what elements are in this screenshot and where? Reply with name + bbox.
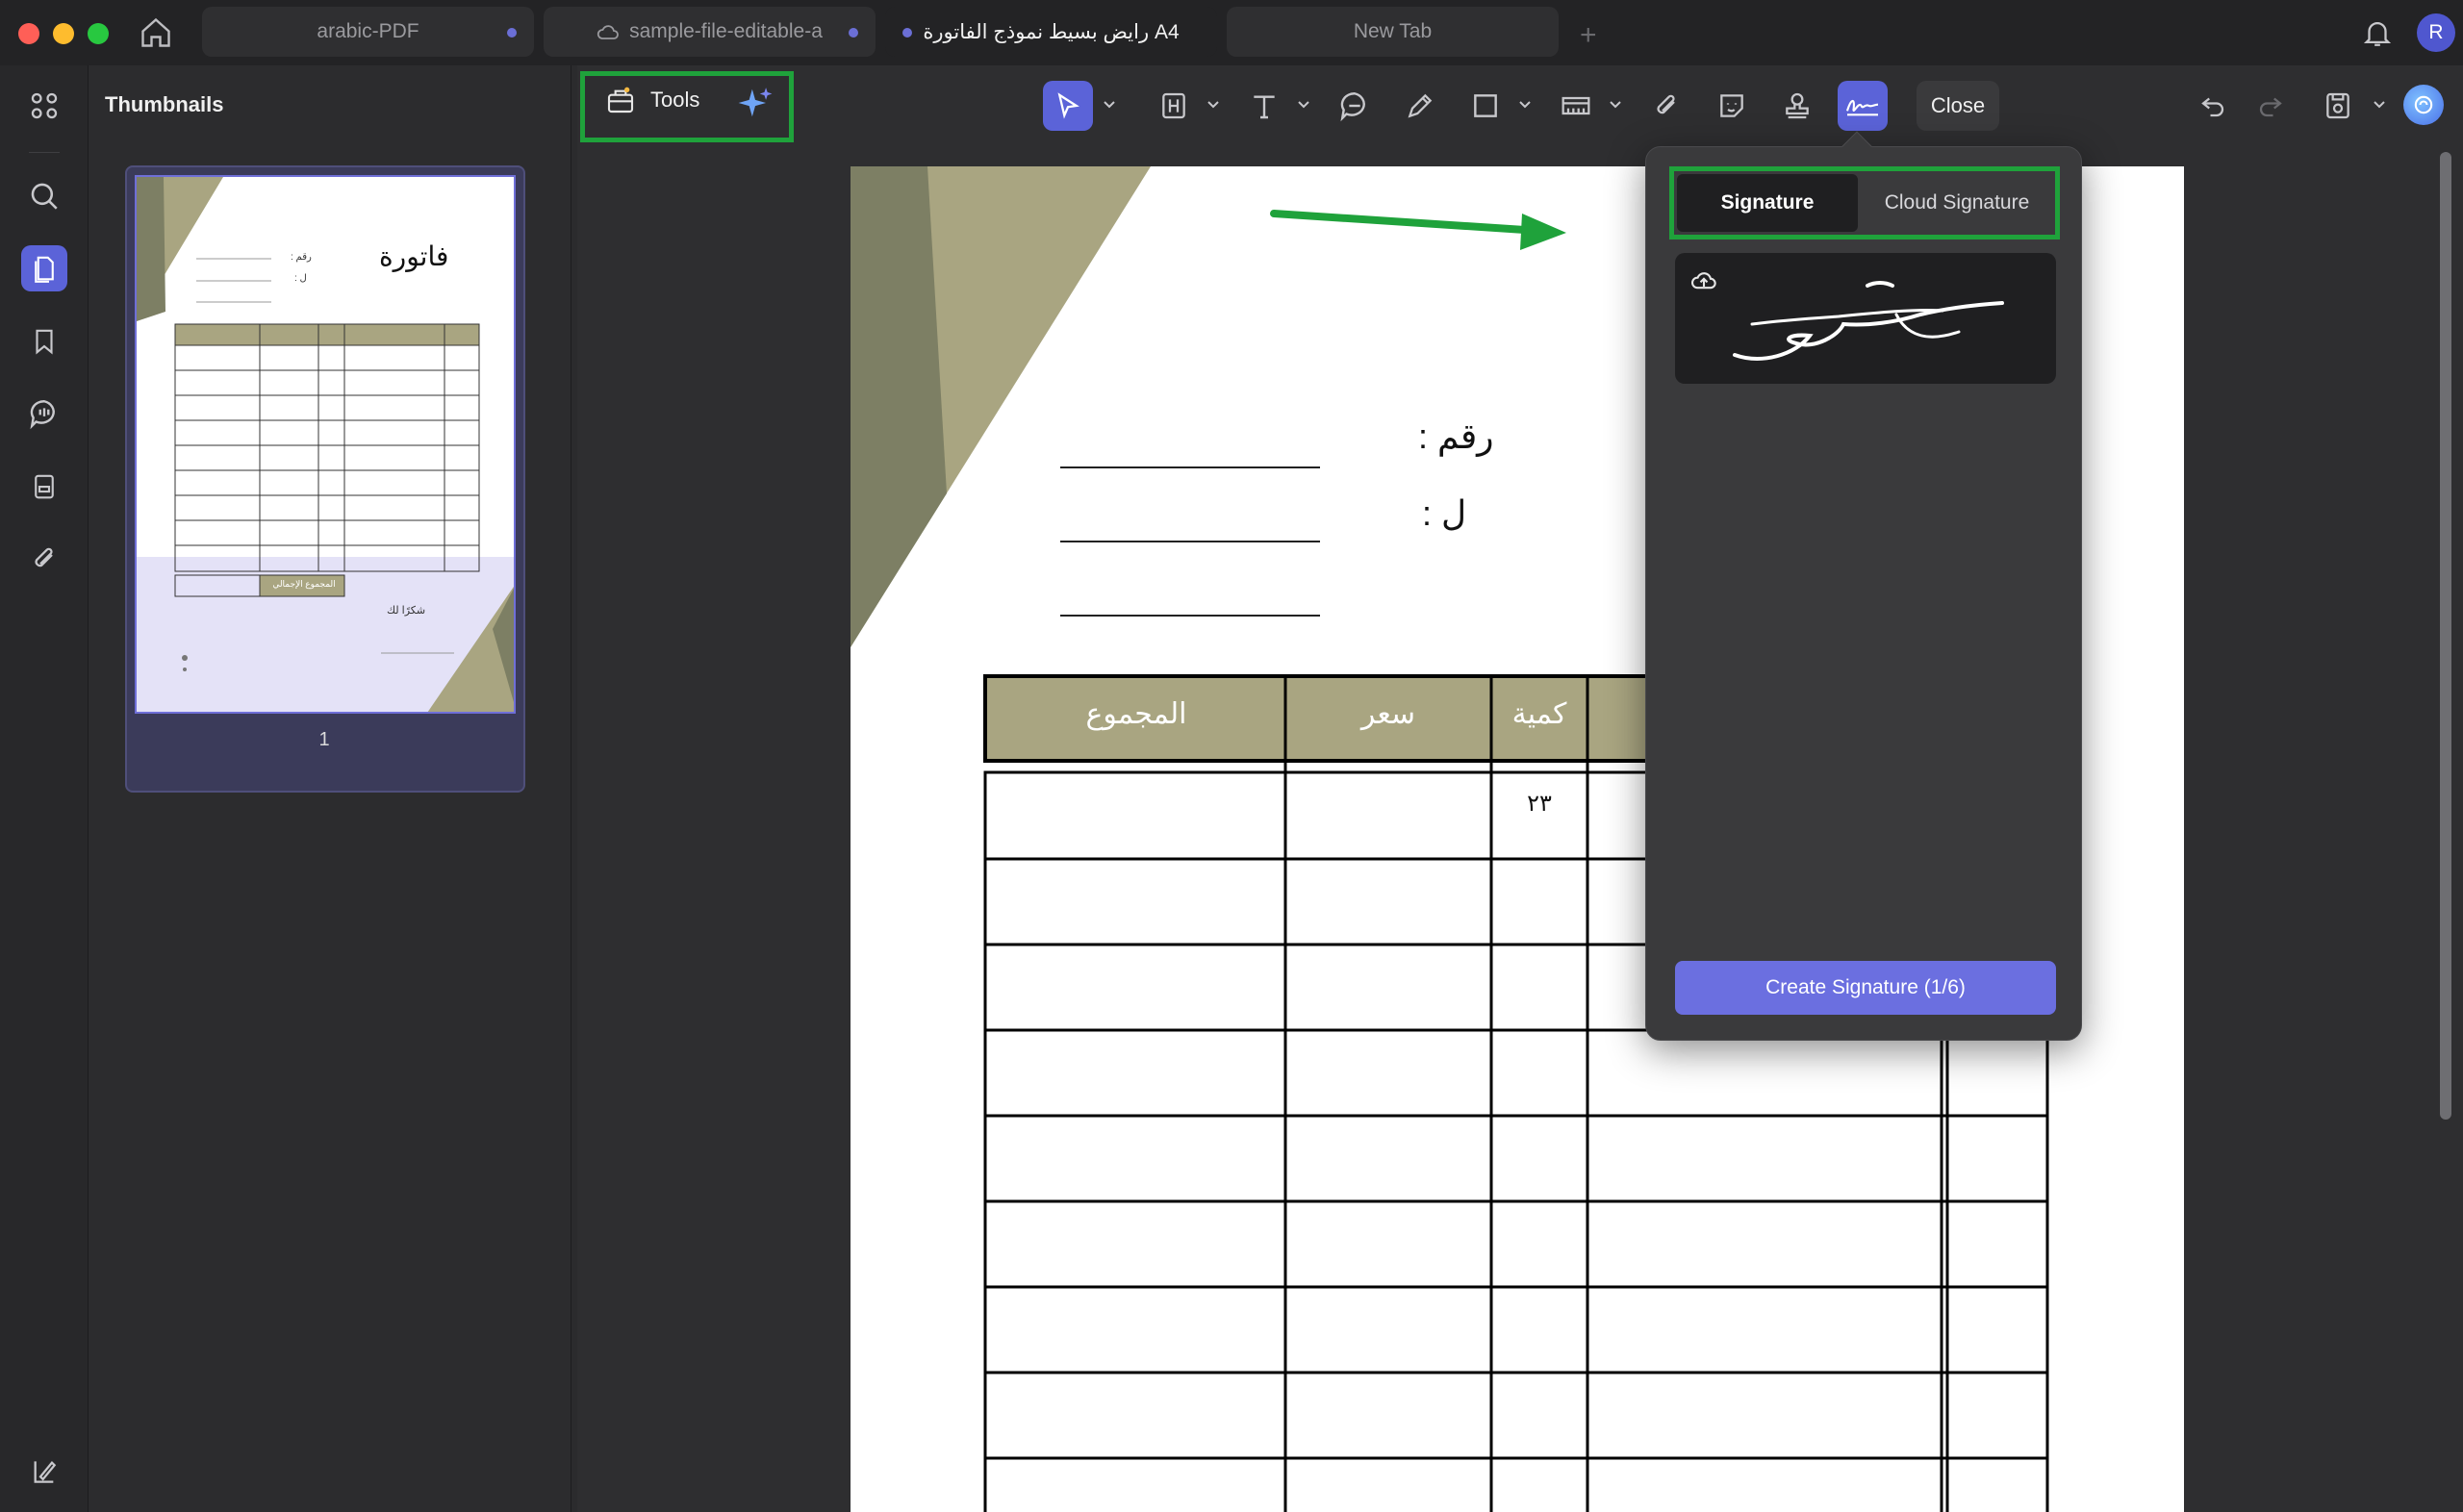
create-signature-button[interactable]: Create Signature (1/6) bbox=[1675, 961, 2056, 1015]
vertical-scrollbar[interactable] bbox=[2440, 152, 2451, 1120]
zoom-window-button[interactable] bbox=[88, 23, 109, 44]
signature-image bbox=[1733, 281, 2004, 361]
sidebar-collapse-icon[interactable] bbox=[21, 1449, 67, 1495]
thumbnail-field-number: رقم : bbox=[291, 252, 312, 263]
tab-cloud-signature[interactable]: Cloud Signature bbox=[1862, 174, 2052, 232]
col-total: المجموع bbox=[1085, 698, 1187, 730]
minimize-window-button[interactable] bbox=[53, 23, 74, 44]
new-tab-button[interactable]: + bbox=[1580, 19, 1597, 52]
undo-icon[interactable] bbox=[2188, 81, 2238, 131]
redo-icon[interactable] bbox=[2246, 81, 2296, 131]
select-tool-button[interactable] bbox=[1043, 81, 1093, 131]
sticker-icon[interactable] bbox=[1707, 81, 1757, 131]
comments-icon[interactable] bbox=[21, 391, 67, 437]
tab-invoice[interactable]: A4 رايض بسيط نموذج الفاتورة bbox=[885, 7, 1217, 57]
unsaved-dot bbox=[507, 28, 517, 38]
cloud-icon bbox=[597, 22, 620, 41]
tab-label: sample-file-editable-a bbox=[629, 20, 823, 42]
saved-signature-card[interactable] bbox=[1675, 253, 2056, 384]
home-icon[interactable] bbox=[139, 15, 173, 50]
stamp-icon[interactable] bbox=[1772, 81, 1822, 131]
paperclip-icon[interactable] bbox=[21, 536, 67, 582]
chevron-down-icon[interactable] bbox=[1518, 100, 1532, 110]
page-number: 1 bbox=[318, 729, 330, 750]
toolbox-icon bbox=[604, 85, 637, 115]
chevron-down-icon[interactable] bbox=[1297, 100, 1310, 110]
thumbnail-thanks: شكرًا لك bbox=[387, 605, 426, 617]
avatar[interactable]: R bbox=[2417, 13, 2455, 52]
close-window-button[interactable] bbox=[18, 23, 39, 44]
unsaved-dot bbox=[849, 28, 858, 38]
cloud-upload-icon[interactable] bbox=[1690, 268, 1717, 291]
bell-icon[interactable] bbox=[2361, 15, 2394, 50]
arrow-annotation bbox=[1270, 210, 1566, 250]
tab-label: arabic-PDF bbox=[317, 20, 419, 42]
tab-label: A4 رايض بسيط نموذج الفاتورة bbox=[923, 20, 1180, 43]
highlight-tool-button[interactable] bbox=[1149, 81, 1199, 131]
field-to-label: ل : bbox=[1422, 493, 1467, 533]
tools-button[interactable]: Tools bbox=[604, 85, 699, 115]
text-tool-button[interactable] bbox=[1239, 81, 1289, 131]
tab-label: New Tab bbox=[1353, 20, 1433, 42]
save-icon[interactable] bbox=[2313, 81, 2363, 131]
left-rail bbox=[0, 65, 89, 1512]
field-number-label: رقم : bbox=[1418, 416, 1494, 456]
tab-new[interactable]: New Tab bbox=[1227, 7, 1559, 57]
cell-qty: ٢٣ bbox=[1527, 791, 1552, 817]
attach-icon[interactable] bbox=[1641, 81, 1691, 131]
title-bar: arabic-PDF sample-file-editable-a A4 راي… bbox=[0, 0, 2463, 65]
sparkle-icon[interactable] bbox=[737, 85, 774, 121]
chevron-down-icon[interactable] bbox=[1609, 100, 1622, 110]
thumbnail-image: فاتورة رقم : ل : شكرًا لك المجموع الإجما… bbox=[135, 175, 516, 714]
bookmark-icon[interactable] bbox=[21, 318, 67, 365]
signature-popover: Signature Cloud Signature Create Signatu… bbox=[1645, 131, 2082, 1041]
chevron-down-icon[interactable] bbox=[1103, 100, 1116, 110]
rail-divider bbox=[29, 152, 60, 153]
tab-sample-file[interactable]: sample-file-editable-a bbox=[544, 7, 876, 57]
thumbnail-title: فاتورة bbox=[379, 241, 449, 271]
comment-icon[interactable] bbox=[1330, 81, 1380, 131]
unsaved-dot bbox=[902, 28, 912, 38]
col-qty: كمية bbox=[1511, 698, 1567, 730]
col-price: سعر bbox=[1360, 698, 1416, 730]
tab-signature[interactable]: Signature bbox=[1677, 174, 1858, 232]
chevron-down-icon[interactable] bbox=[1206, 100, 1220, 110]
thumbnail-total: المجموع الإجمالي bbox=[272, 579, 336, 589]
ai-assistant-icon[interactable] bbox=[2403, 85, 2444, 125]
panel-title: Thumbnails bbox=[105, 92, 224, 116]
rectangle-icon[interactable] bbox=[1460, 81, 1511, 131]
chevron-down-icon[interactable] bbox=[2373, 100, 2386, 110]
signature-tool-button[interactable] bbox=[1838, 81, 1888, 131]
search-icon[interactable] bbox=[21, 173, 67, 219]
tools-label: Tools bbox=[650, 88, 700, 112]
thumbnails-panel: Thumbnails فاتورة رقم: ل: شكرًا لك الم… bbox=[89, 65, 571, 1512]
pen-icon[interactable] bbox=[1395, 81, 1445, 131]
pages-icon[interactable] bbox=[21, 245, 67, 291]
measure-icon[interactable] bbox=[1551, 81, 1601, 131]
thumbnail-field-to: ل : bbox=[294, 273, 307, 284]
tab-arabic-pdf[interactable]: arabic-PDF bbox=[202, 7, 534, 57]
close-button[interactable]: Close bbox=[1917, 81, 1999, 131]
grid-icon[interactable] bbox=[21, 83, 67, 129]
page-thumbnail[interactable]: فاتورة رقم : ل : شكرًا لك المجموع الإجما… bbox=[125, 165, 525, 793]
forms-icon[interactable] bbox=[21, 464, 67, 510]
